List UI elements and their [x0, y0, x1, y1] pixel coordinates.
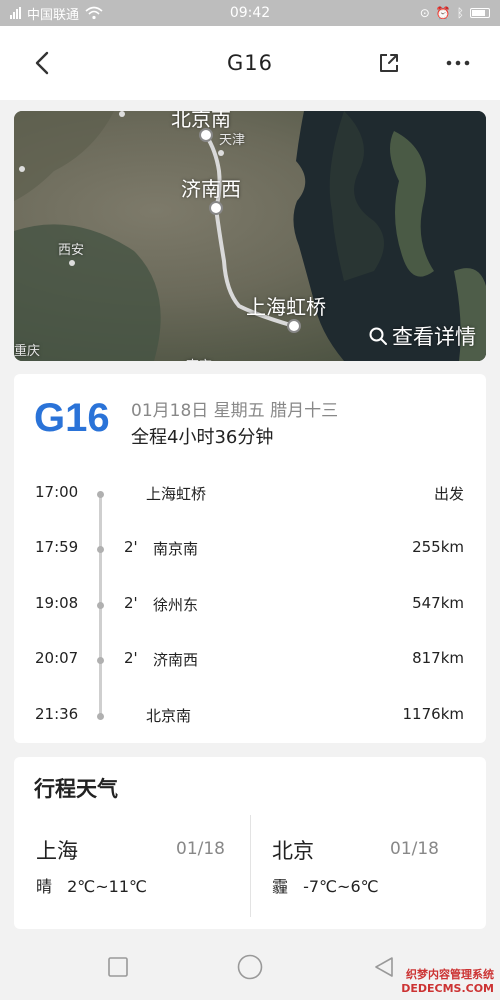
stop-dot	[97, 657, 104, 664]
stop-row[interactable]: 20:07 2' 济南西 817km	[14, 644, 486, 674]
recent-apps-button[interactable]	[107, 956, 129, 978]
weather-card: 行程天气 上海 01/18 晴 2℃~11℃ 北京 01/18 霾 -7℃~6℃	[14, 757, 486, 929]
stop-time: 20:07	[35, 649, 79, 667]
search-icon	[369, 327, 387, 345]
weather-info: 晴 2℃~11℃	[36, 873, 147, 897]
share-button[interactable]	[374, 48, 404, 78]
stop-dot	[97, 713, 104, 720]
stop-dwell: 2'	[124, 649, 138, 667]
stop-dwell: 2'	[124, 538, 138, 556]
stop-name: 南京南	[153, 540, 199, 558]
stop-distance: 547km	[412, 594, 464, 612]
weather-info: 霾 -7℃~6℃	[272, 873, 379, 897]
stop-distance: 817km	[412, 649, 464, 667]
page-title: G16	[227, 51, 273, 75]
stop-time: 17:00	[35, 483, 79, 501]
watermark: 织梦内容管理系统 DEDECMS.COM	[401, 968, 494, 996]
map-label-jinan-west: 济南西	[181, 177, 241, 201]
weather-city: 上海	[36, 839, 78, 863]
stop-name: 济南西	[153, 651, 199, 669]
more-button[interactable]	[442, 48, 474, 78]
weather-divider	[250, 815, 251, 917]
weather-condition: 晴	[36, 877, 53, 896]
stop-dot	[97, 546, 104, 553]
stop-time: 17:59	[35, 538, 79, 556]
view-details-button[interactable]: 查看详情	[368, 321, 476, 351]
stop-distance: 出发	[433, 485, 464, 503]
stop-dot	[97, 491, 104, 498]
stop-name: 徐州东	[153, 596, 199, 614]
stop-row[interactable]: 17:00 上海虹桥 出发	[14, 478, 486, 508]
home-button[interactable]	[236, 953, 264, 981]
stop-dwell: 2'	[124, 594, 138, 612]
map-label-nanjing: 南京	[186, 355, 212, 361]
status-bar: 中国联通 09:42 ⊙ ⏰ ᛒ	[0, 0, 500, 26]
stop-distance: 255km	[412, 538, 464, 556]
weather-title: 行程天气	[34, 777, 118, 801]
stop-name: 上海虹桥	[146, 485, 207, 503]
map-label-chongqing: 重庆	[14, 344, 41, 359]
battery-icon	[470, 8, 490, 18]
route-map[interactable]: 北京南 天津 济南西 西安 上海虹桥 重庆 南京 查看详情	[14, 111, 486, 361]
system-nav-bar: 织梦内容管理系统 DEDECMS.COM	[0, 934, 500, 1000]
stop-row[interactable]: 21:36 北京南 1176km	[14, 700, 486, 730]
train-date: 01月18日 星期五 腊月十三	[131, 401, 339, 421]
stop-time: 21:36	[35, 705, 79, 723]
weather-temp: 2℃~11℃	[67, 877, 147, 896]
app-header: G16	[0, 26, 500, 100]
watermark-line1: 织梦内容管理系统	[406, 968, 494, 981]
weather-date: 01/18	[390, 839, 439, 859]
train-info-card: G16 01月18日 星期五 腊月十三 全程4小时36分钟 17:00 上海虹桥…	[14, 374, 486, 743]
stop-distance: 1176km	[402, 705, 464, 723]
weather-city: 北京	[272, 839, 314, 863]
map-label-shanghai-hongqiao: 上海虹桥	[246, 295, 326, 319]
map-label-tianjin: 天津	[219, 133, 246, 148]
map-label-xian: 西安	[58, 243, 85, 258]
stop-dot	[97, 602, 104, 609]
back-nav-button[interactable]	[372, 955, 396, 979]
train-duration: 全程4小时36分钟	[131, 427, 274, 448]
view-details-label: 查看详情	[392, 325, 476, 349]
train-number: G16	[34, 396, 110, 440]
stop-name: 北京南	[146, 707, 192, 725]
stop-time: 19:08	[35, 594, 79, 612]
status-time: 09:42	[229, 5, 271, 21]
stop-row[interactable]: 19:08 2' 徐州东 547km	[14, 589, 486, 619]
watermark-line2: DEDECMS.COM	[401, 982, 494, 995]
stop-row[interactable]: 17:59 2' 南京南 255km	[14, 533, 486, 563]
back-button[interactable]	[28, 48, 58, 78]
weather-temp: -7℃~6℃	[303, 877, 379, 896]
weather-date: 01/18	[176, 839, 225, 859]
weather-condition: 霾	[272, 877, 289, 896]
